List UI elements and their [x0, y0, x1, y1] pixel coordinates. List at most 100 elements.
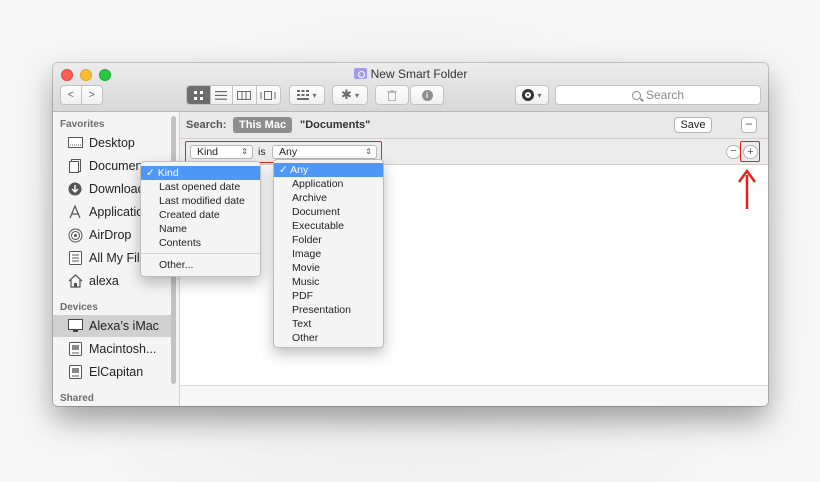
attribute-popup-value: Kind: [197, 146, 219, 158]
sidebar-item-desktop[interactable]: Desktop: [53, 132, 171, 154]
cover-flow-icon: [260, 90, 276, 100]
attribute-popup[interactable]: Kind ⇕: [190, 145, 253, 159]
menu-item-image[interactable]: Image: [274, 247, 321, 261]
delete-button[interactable]: [375, 85, 409, 105]
menu-item-executable[interactable]: Executable: [274, 219, 344, 233]
desktop-icon: [67, 136, 83, 150]
menu-separator: [141, 253, 260, 254]
criteria-row: Kind ⇕ is Any ⇕ − +: [180, 139, 768, 165]
sidebar-item-label: Alexa’s iMac: [89, 319, 159, 333]
remove-search-button[interactable]: −: [741, 117, 757, 133]
menu-item-movie[interactable]: Movie: [274, 261, 320, 275]
results-area[interactable]: [180, 166, 768, 385]
attribute-dropdown-menu: ✓ Kind Last opened date Last modified da…: [140, 161, 261, 277]
downloads-icon: [67, 182, 83, 196]
window-title: New Smart Folder: [53, 67, 768, 81]
titlebar: New Smart Folder < > ▾ ✱ ▾ i ▾ Search: [53, 63, 768, 112]
forward-button[interactable]: >: [82, 86, 102, 104]
value-dropdown-menu: ✓ Any Application Archive Document Execu…: [273, 159, 384, 348]
view-mode-control: [186, 85, 281, 105]
sidebar-header-shared: Shared: [60, 393, 94, 404]
cover-flow-view-button[interactable]: [257, 86, 280, 104]
menu-item-any[interactable]: ✓ Any: [274, 163, 383, 177]
menu-item-archive[interactable]: Archive: [274, 191, 327, 205]
smart-folder-icon: [353, 68, 367, 79]
search-icon: [631, 90, 641, 100]
disk-icon: [67, 342, 83, 356]
eye-icon: [522, 89, 535, 101]
back-forward-control: < >: [60, 85, 103, 105]
chevron-down-icon: ▾: [312, 90, 317, 100]
arrange-button[interactable]: ▾: [289, 85, 325, 105]
menu-item-other[interactable]: Other...: [141, 258, 193, 272]
sidebar-item-label: AirDrop: [89, 228, 132, 242]
sidebar-item-macintosh-hd[interactable]: Macintosh...: [53, 338, 171, 360]
menu-item-label: Any: [290, 164, 309, 176]
column-view-button[interactable]: [233, 86, 257, 104]
sidebar-item-label: ElCapitan: [89, 365, 144, 379]
search-placeholder: Search: [645, 88, 685, 102]
updown-arrows-icon: ⇕: [241, 147, 248, 156]
all-my-files-icon: [67, 251, 83, 265]
sidebar-header-devices: Devices: [60, 302, 98, 313]
checkmark-icon: ✓: [146, 167, 158, 179]
sidebar-item-elcapitan[interactable]: ElCapitan: [53, 361, 171, 383]
menu-item-application[interactable]: Application: [274, 177, 343, 191]
value-popup-value: Any: [279, 146, 298, 158]
updown-arrows-icon: ⇕: [365, 147, 372, 156]
menu-item-other[interactable]: Other: [274, 331, 318, 345]
menu-item-pdf[interactable]: PDF: [274, 289, 313, 303]
icon-view-icon: [193, 90, 203, 100]
annotation-arrow-icon: [737, 169, 757, 209]
sidebar-header-favorites: Favorites: [60, 119, 105, 130]
search-scope-bar: Search: This Mac "Documents" Save −: [180, 112, 768, 139]
list-view-icon: [215, 90, 228, 100]
scope-documents-button[interactable]: "Documents": [300, 119, 370, 131]
gear-icon: ✱: [341, 87, 352, 102]
menu-item-created-date[interactable]: Created date: [141, 208, 220, 222]
arrange-icon: [297, 90, 310, 100]
menu-item-last-modified-date[interactable]: Last modified date: [141, 194, 245, 208]
menu-item-kind[interactable]: ✓ Kind: [141, 166, 260, 180]
menu-item-folder[interactable]: Folder: [274, 233, 322, 247]
column-view-icon: [237, 90, 252, 100]
action-button[interactable]: ✱ ▾: [332, 85, 368, 105]
sidebar-item-label: alexa: [89, 274, 119, 288]
save-button[interactable]: Save: [674, 117, 712, 133]
menu-item-contents[interactable]: Contents: [141, 236, 201, 250]
documents-icon: [67, 159, 83, 173]
list-view-button[interactable]: [211, 86, 234, 104]
get-info-button[interactable]: i: [410, 85, 444, 105]
sidebar-item-label: Desktop: [89, 136, 135, 150]
path-bar: [180, 385, 768, 406]
menu-item-document[interactable]: Document: [274, 205, 340, 219]
finder-window: New Smart Folder < > ▾ ✱ ▾ i ▾ Search Fa…: [53, 63, 768, 406]
operator-label: is: [258, 146, 266, 158]
back-button[interactable]: <: [61, 86, 82, 104]
airdrop-icon: [67, 228, 83, 242]
sidebar-item-alexas-imac[interactable]: Alexa’s iMac: [53, 315, 171, 337]
checkmark-icon: ✓: [279, 164, 291, 176]
trash-icon: [387, 89, 397, 101]
menu-item-text[interactable]: Text: [274, 317, 311, 331]
imac-icon: [67, 319, 83, 333]
menu-item-music[interactable]: Music: [274, 275, 319, 289]
disk-icon: [67, 365, 83, 379]
chevron-down-icon: ▾: [537, 90, 542, 100]
remove-criterion-button[interactable]: −: [726, 145, 741, 159]
value-popup[interactable]: Any ⇕: [272, 145, 377, 159]
sidebar-item-label: Macintosh...: [89, 342, 157, 356]
scope-this-mac-button[interactable]: This Mac: [233, 117, 293, 133]
menu-item-last-opened-date[interactable]: Last opened date: [141, 180, 240, 194]
menu-item-name[interactable]: Name: [141, 222, 187, 236]
search-input[interactable]: Search: [555, 85, 761, 105]
add-criterion-button[interactable]: +: [743, 145, 758, 159]
menu-item-presentation[interactable]: Presentation: [274, 303, 351, 317]
info-icon: i: [421, 89, 433, 101]
search-label: Search:: [186, 119, 227, 131]
home-icon: [67, 274, 83, 288]
chevron-down-icon: ▾: [354, 90, 359, 100]
icon-view-button[interactable]: [187, 86, 211, 104]
window-title-text: New Smart Folder: [370, 67, 468, 81]
share-eye-button[interactable]: ▾: [515, 85, 549, 105]
